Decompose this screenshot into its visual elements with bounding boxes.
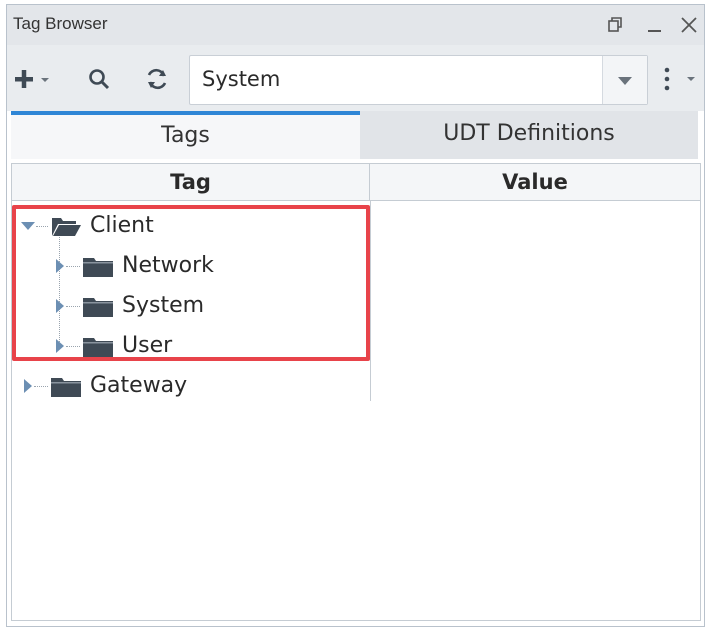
search-icon [89,69,110,90]
more-options-button[interactable] [661,67,701,91]
tab-tags[interactable]: Tags [11,111,360,159]
tag-provider-dropdown[interactable]: System [189,55,648,105]
refresh-icon [147,68,167,90]
toolbar: System [7,45,704,111]
add-tag-button[interactable] [13,67,55,91]
highlight-box [12,205,370,361]
tree-row-label: Gateway [90,373,188,398]
refresh-button[interactable] [144,67,170,91]
tag-table: Tag Value Client Network System User Gat… [11,163,701,621]
window-title: Tag Browser [13,14,108,33]
close-icon[interactable] [679,15,699,35]
tree-row-gateway[interactable]: Gateway [12,366,370,406]
tab-bar: Tags UDT Definitions [7,111,704,159]
column-header-tag[interactable]: Tag [12,164,370,201]
vertical-dots-icon [664,67,695,91]
search-button[interactable] [87,67,111,91]
tag-provider-value: System [202,67,281,91]
column-header-value[interactable]: Value [370,164,700,201]
column-divider[interactable] [370,201,371,401]
tab-udt-definitions[interactable]: UDT Definitions [360,111,698,159]
chevron-down-icon[interactable] [602,56,647,104]
plus-icon [15,70,49,88]
title-bar: Tag Browser [7,5,704,46]
restore-icon[interactable] [605,15,625,35]
minimize-icon[interactable] [645,15,665,35]
tag-browser-panel: Tag Browser System Tags UDT Definitions … [6,4,705,627]
folder-icon [50,376,82,398]
